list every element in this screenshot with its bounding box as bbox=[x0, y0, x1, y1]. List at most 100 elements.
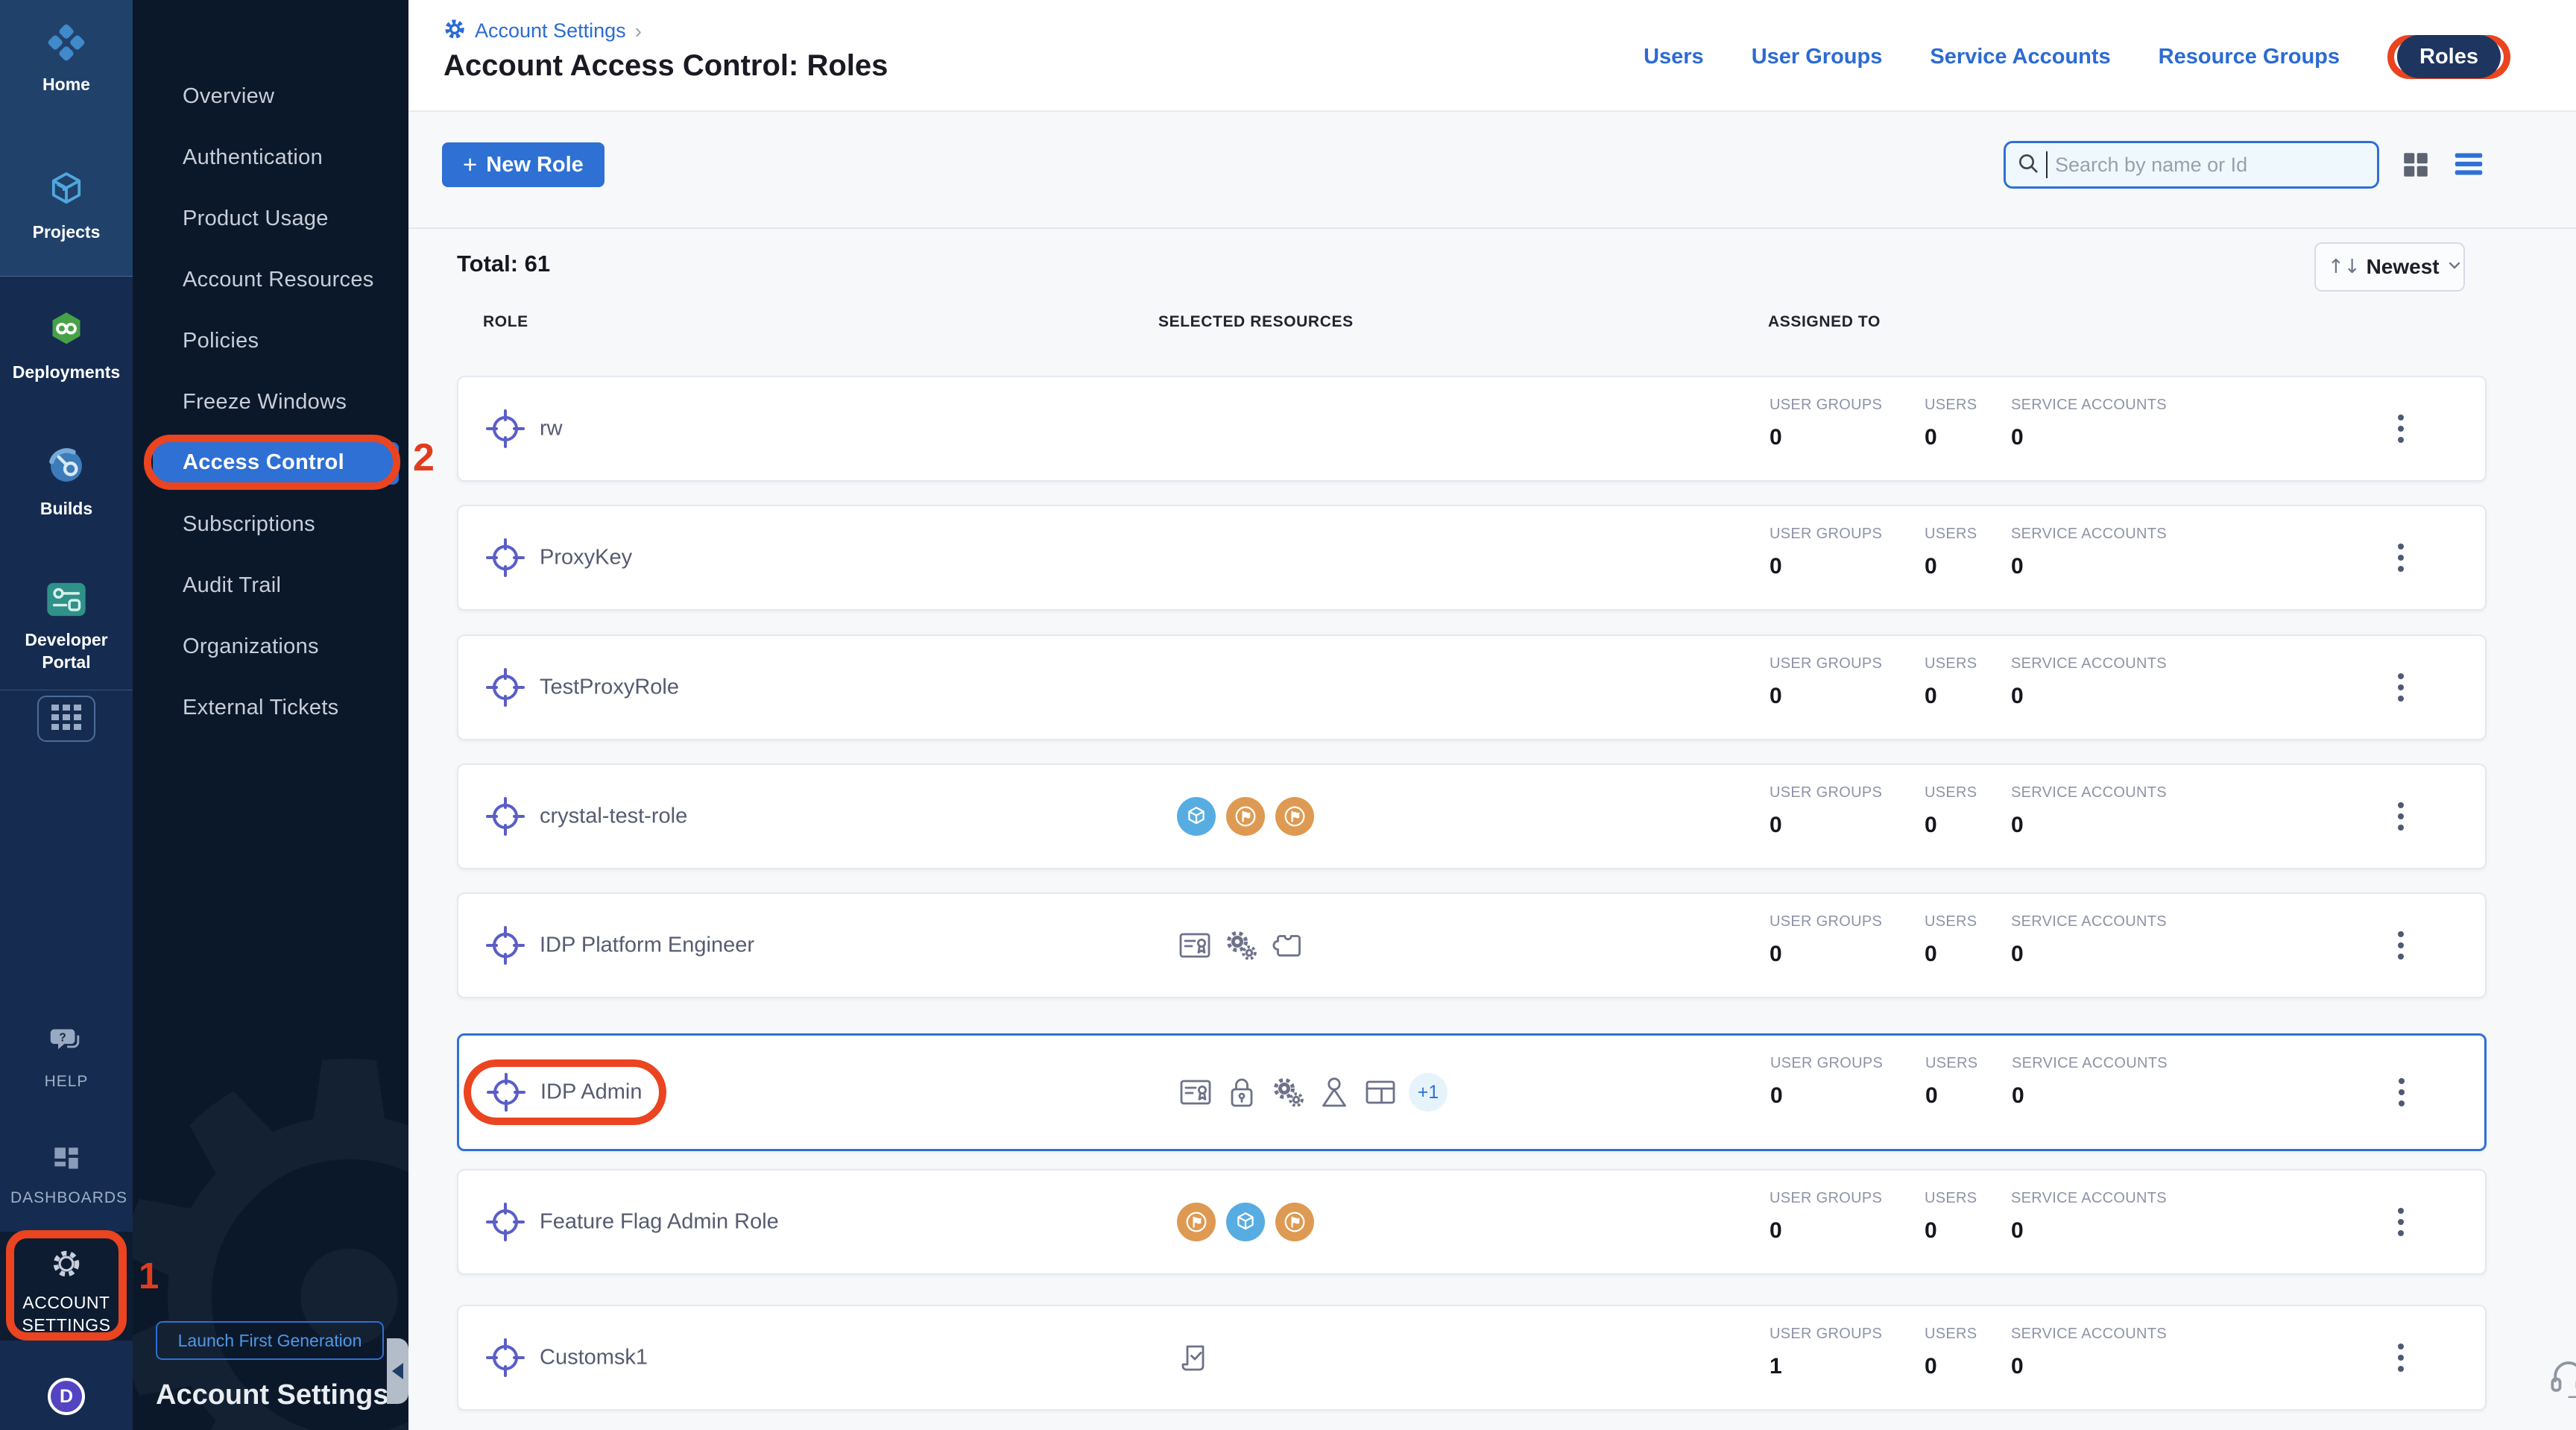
search-input[interactable] bbox=[2055, 154, 2367, 177]
row-menu-button[interactable] bbox=[2391, 1071, 2412, 1114]
rail-item-deployments[interactable]: Deployments bbox=[0, 309, 133, 383]
sidebar-item-organizations[interactable]: Organizations bbox=[133, 616, 408, 677]
service-accounts-count: 0 bbox=[2012, 1083, 2168, 1109]
user-groups-label: USER GROUPS bbox=[1770, 397, 1882, 414]
sidebar-item-audit-trail[interactable]: Audit Trail bbox=[133, 555, 408, 616]
search-icon bbox=[2016, 151, 2040, 179]
role-name[interactable]: ProxyKey bbox=[540, 546, 632, 570]
user-groups-label: USER GROUPS bbox=[1770, 1055, 1883, 1072]
service-accounts-label: SERVICE ACCOUNTS bbox=[2011, 784, 2167, 801]
sidebar-footer-title: Account Settings bbox=[156, 1379, 388, 1411]
list-view-button[interactable] bbox=[2452, 149, 2485, 179]
flag-orange-icon bbox=[1177, 1203, 1216, 1241]
module-grid-button[interactable] bbox=[37, 696, 95, 742]
toolbar-divider bbox=[408, 227, 2576, 229]
sidebar-item-account-resources[interactable]: Account Resources bbox=[133, 249, 408, 310]
table-row[interactable]: TestProxyRoleUSER GROUPS0USERS0SERVICE A… bbox=[457, 634, 2487, 740]
user-groups-count: 1 bbox=[1770, 1354, 1882, 1379]
launch-first-generation-button[interactable]: Launch First Generation bbox=[156, 1321, 384, 1360]
table-row[interactable]: Customsk1 USER GROUPS 1 USERS 0 SERVICE ACCOU… bbox=[457, 1305, 2487, 1411]
more-resources-badge[interactable]: +1 bbox=[1409, 1073, 1448, 1112]
user-avatar[interactable]: D bbox=[48, 1378, 85, 1415]
tab-service-accounts[interactable]: Service Accounts bbox=[1930, 45, 2110, 69]
table-row[interactable]: rwUSER GROUPS0USERS0SERVICE ACCOUNTS0 bbox=[457, 376, 2487, 482]
sidebar-item-label: Audit Trail bbox=[133, 573, 281, 598]
table-row[interactable]: crystal-test-roleUSER GROUPS0USERS0SERVI… bbox=[457, 763, 2487, 869]
role-crosshair-icon bbox=[484, 796, 526, 837]
table-row[interactable]: IDP Admin+1USER GROUPS0USERS0SERVICE ACC… bbox=[457, 1033, 2487, 1151]
rail-item-developer-portal[interactable]: Developer Portal bbox=[0, 581, 133, 673]
table-row[interactable]: Feature Flag Admin RoleUSER GROUPS0USERS… bbox=[457, 1169, 2487, 1275]
sidebar-item-policies[interactable]: Policies bbox=[133, 310, 408, 371]
row-menu-button[interactable] bbox=[2390, 924, 2411, 967]
users-label: USERS bbox=[1925, 1326, 1977, 1343]
service-accounts-count: 0 bbox=[2011, 1354, 2167, 1379]
breadcrumb-link[interactable]: Account Settings bbox=[475, 19, 626, 42]
service-accounts-count: 0 bbox=[2011, 425, 2167, 450]
row-menu-button[interactable] bbox=[2390, 1200, 2411, 1244]
lock-icon bbox=[1224, 1074, 1260, 1110]
role-name[interactable]: crystal-test-role bbox=[540, 804, 687, 829]
sidebar-item-label: Overview bbox=[133, 84, 274, 109]
users-count: 0 bbox=[1925, 684, 1977, 709]
sidebar-item-authentication[interactable]: Authentication bbox=[133, 127, 408, 188]
service-accounts-label: SERVICE ACCOUNTS bbox=[2011, 397, 2167, 414]
rail-item-account-settings[interactable]: ACCOUNT SETTINGS bbox=[0, 1247, 133, 1336]
table-row[interactable]: IDP Platform EngineerUSER GROUPS0USERS0S… bbox=[457, 892, 2487, 998]
flag-orange-icon bbox=[1226, 797, 1265, 836]
role-name[interactable]: TestProxyRole bbox=[540, 675, 679, 700]
sidebar-item-access-control[interactable]: Access Control bbox=[133, 432, 408, 494]
users-count: 0 bbox=[1925, 425, 1977, 450]
user-groups-label: USER GROUPS bbox=[1770, 1326, 1882, 1343]
sort-dropdown[interactable]: ↑↓ Newest bbox=[2314, 242, 2465, 292]
row-menu-button[interactable] bbox=[2390, 407, 2411, 450]
tab-users[interactable]: Users bbox=[1644, 45, 1704, 69]
role-name[interactable]: Customsk1 bbox=[540, 1346, 648, 1370]
sidebar-item-subscriptions[interactable]: Subscriptions bbox=[133, 494, 408, 555]
service-accounts-count: 0 bbox=[2011, 813, 2167, 838]
tab-roles[interactable]: Roles bbox=[2397, 35, 2501, 78]
user-groups-label: USER GROUPS bbox=[1770, 913, 1882, 930]
rail-item-home[interactable]: Home bbox=[0, 22, 133, 95]
users-count: 0 bbox=[1925, 1218, 1977, 1244]
sidebar-item-overview[interactable]: Overview bbox=[133, 66, 408, 127]
rail-label-home: Home bbox=[10, 73, 122, 95]
dashboards-icon bbox=[49, 1142, 83, 1180]
tab-user-groups[interactable]: User Groups bbox=[1752, 45, 1883, 69]
row-menu-button[interactable] bbox=[2390, 536, 2411, 579]
rail-item-builds[interactable]: Builds bbox=[0, 445, 133, 520]
sidebar-item-product-usage[interactable]: Product Usage bbox=[133, 188, 408, 249]
row-menu-button[interactable] bbox=[2390, 1336, 2411, 1379]
sidebar-item-label: Policies bbox=[133, 329, 259, 353]
role-name[interactable]: IDP Admin bbox=[540, 1080, 642, 1105]
user-groups-count: 0 bbox=[1770, 942, 1882, 967]
row-menu-button[interactable] bbox=[2390, 795, 2411, 838]
sidebar-collapse-button[interactable] bbox=[387, 1338, 408, 1404]
tab-resource-groups[interactable]: Resource Groups bbox=[2159, 45, 2340, 69]
table-row[interactable]: ProxyKeyUSER GROUPS0USERS0SERVICE ACCOUN… bbox=[457, 505, 2487, 611]
role-name[interactable]: IDP Platform Engineer bbox=[540, 933, 754, 958]
settings-menu: Overview AuthenticationProduct UsageAccou… bbox=[133, 66, 408, 738]
sidebar-item-label: Subscriptions bbox=[133, 512, 315, 537]
column-header-assigned: ASSIGNED TO bbox=[1768, 313, 1881, 331]
sidebar-item-external-tickets[interactable]: External Tickets bbox=[133, 677, 408, 738]
selected-resources bbox=[1177, 797, 1314, 836]
annotation-step-1: 1 bbox=[139, 1256, 159, 1297]
rail-item-dashboards[interactable]: DASHBOARDS bbox=[0, 1142, 133, 1209]
service-accounts-label: SERVICE ACCOUNTS bbox=[2011, 1326, 2167, 1343]
support-headset-icon[interactable] bbox=[2548, 1356, 2576, 1402]
user-groups-count: 0 bbox=[1770, 1218, 1882, 1244]
rail-item-help[interactable]: ? HELP bbox=[0, 1024, 133, 1093]
rail-label-dashboards: DASHBOARDS bbox=[10, 1187, 122, 1209]
role-name[interactable]: rw bbox=[540, 417, 563, 441]
breadcrumb[interactable]: Account Settings › bbox=[443, 18, 642, 44]
sidebar-item-label: Access Control bbox=[153, 442, 399, 485]
grid-view-button[interactable] bbox=[2400, 149, 2431, 180]
gears-icon bbox=[1223, 927, 1259, 963]
role-name[interactable]: Feature Flag Admin Role bbox=[540, 1210, 779, 1235]
sidebar-item-freeze-windows[interactable]: Freeze Windows bbox=[133, 371, 408, 432]
new-role-button[interactable]: + New Role bbox=[442, 142, 604, 187]
row-menu-button[interactable] bbox=[2390, 666, 2411, 709]
rail-item-projects[interactable]: Projects bbox=[0, 168, 133, 243]
users-count: 0 bbox=[1925, 554, 1977, 579]
